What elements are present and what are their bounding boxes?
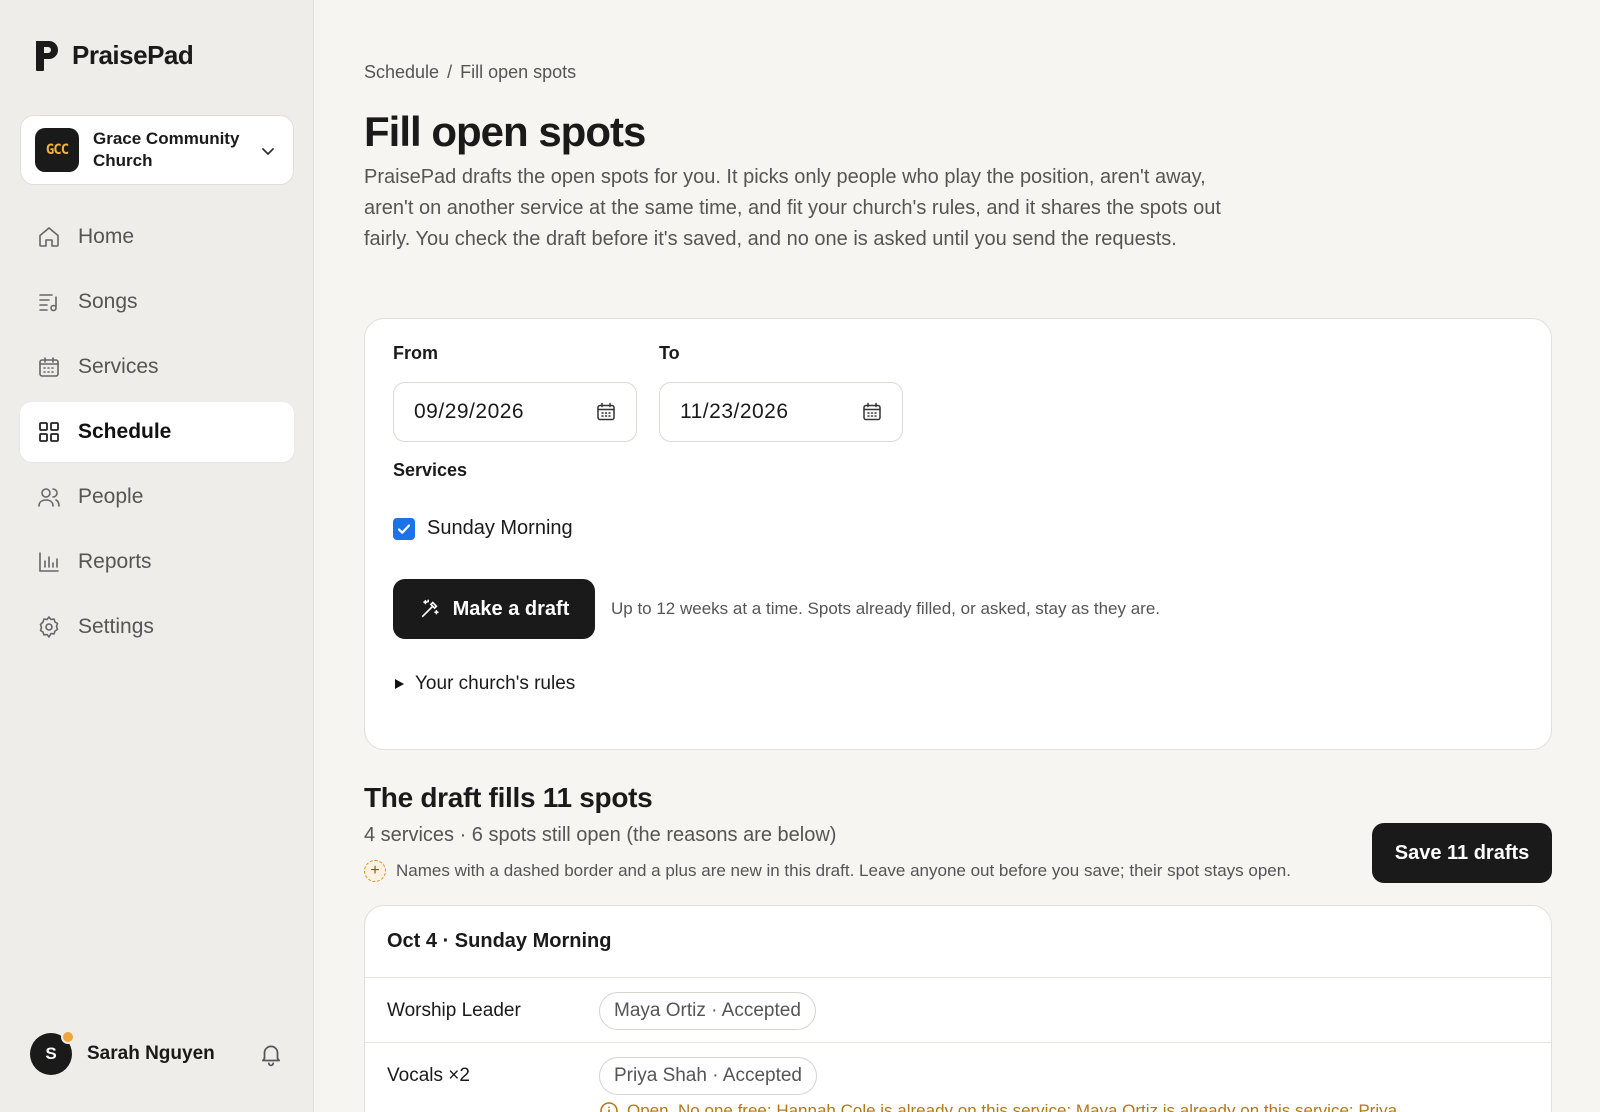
service-checkbox[interactable]	[393, 517, 415, 540]
sidebar: PraisePad GCC Grace Community Church Hom…	[0, 0, 314, 1112]
breadcrumb: Schedule / Fill open spots	[364, 62, 576, 83]
from-date-field[interactable]: 09/29/2026	[393, 382, 637, 442]
open-spot-text: Open. No one free: Hannah Cole is alread…	[627, 1101, 1398, 1112]
magic-wand-icon	[421, 599, 439, 618]
plus-icon: +	[364, 860, 386, 882]
avatar[interactable]: S	[30, 1030, 75, 1075]
nav-item-people[interactable]: People	[20, 467, 294, 527]
nav-label: Reports	[78, 550, 152, 573]
people-icon	[36, 484, 62, 510]
page-intro: PraisePad drafts the open spots for you.…	[364, 166, 1221, 250]
notification-dot	[61, 1030, 75, 1044]
to-date-field[interactable]: 11/23/2026	[659, 382, 903, 442]
to-label: To	[659, 343, 680, 363]
service-card: Oct 4 · Sunday Morning Worship Leader Ma…	[364, 905, 1552, 1112]
to-date-value: 11/23/2026	[680, 400, 789, 423]
nav-item-songs[interactable]: Songs	[20, 272, 294, 332]
nav-item-settings[interactable]: Settings	[20, 597, 294, 657]
position-name: Vocals ×2	[387, 1065, 470, 1086]
main-nav: Home Songs Services Schedule People Repo…	[20, 207, 294, 662]
person-chip[interactable]: Priya Shah · Accepted	[599, 1057, 817, 1095]
position-row: Worship Leader Maya Ortiz · Accepted	[365, 978, 1551, 1043]
draft-legend-text: Names with a dashed border and a plus ar…	[396, 861, 1291, 880]
gear-icon	[36, 614, 62, 640]
make-draft-label: Make a draft	[452, 597, 570, 620]
nav-label: Services	[78, 355, 159, 378]
save-drafts-button[interactable]: Save 11 drafts	[1372, 823, 1552, 883]
nav-item-schedule[interactable]: Schedule	[20, 402, 294, 462]
service-option-label: Sunday Morning	[427, 517, 573, 539]
person-chip[interactable]: Maya Ortiz · Accepted	[599, 992, 816, 1030]
org-avatar: GCC	[35, 128, 79, 172]
org-switcher[interactable]: GCC Grace Community Church	[20, 115, 294, 185]
service-option-sunday-morning[interactable]: Sunday Morning	[393, 517, 573, 540]
org-name: Grace Community Church	[93, 129, 240, 170]
triangle-right-icon	[395, 679, 404, 689]
home-icon	[36, 224, 62, 250]
calendar-icon[interactable]	[596, 402, 616, 422]
nav-item-reports[interactable]: Reports	[20, 532, 294, 592]
praisepad-logo-icon	[36, 40, 58, 71]
calendar-icon	[36, 354, 62, 380]
bell-icon[interactable]	[258, 1041, 284, 1067]
user-profile[interactable]: S Sarah Nguyen	[30, 1030, 284, 1075]
brand-name: PraisePad	[72, 40, 194, 70]
breadcrumb-schedule-link[interactable]: Schedule	[364, 62, 439, 83]
draft-hint: Up to 12 weeks at a time. Spots already …	[611, 599, 1160, 618]
songs-icon	[36, 289, 62, 315]
breadcrumb-current: Fill open spots	[460, 62, 577, 82]
nav-item-home[interactable]: Home	[20, 207, 294, 267]
nav-label: Home	[78, 225, 135, 248]
grid-icon	[36, 419, 62, 445]
make-draft-button[interactable]: Make a draft	[393, 579, 595, 639]
nav-label: Schedule	[78, 420, 172, 443]
breadcrumb-separator: /	[447, 62, 453, 82]
draft-legend: + Names with a dashed border and a plus …	[364, 860, 1291, 882]
info-icon	[600, 1102, 618, 1112]
draft-title: The draft fills 11 spots	[364, 782, 653, 813]
service-heading: Oct 4 · Sunday Morning	[365, 906, 1551, 978]
user-name: Sarah Nguyen	[87, 1043, 215, 1064]
church-rules-label: Your church's rules	[415, 673, 576, 694]
draft-summary: 4 services · 6 spots still open (the rea…	[364, 824, 837, 846]
calendar-icon[interactable]	[862, 402, 882, 422]
avatar-initial: S	[45, 1044, 57, 1063]
from-label: From	[393, 343, 438, 363]
nav-item-services[interactable]: Services	[20, 337, 294, 397]
church-rules-toggle[interactable]: Your church's rules	[393, 673, 575, 695]
nav-label: People	[78, 485, 144, 508]
nav-label: Songs	[78, 290, 138, 313]
position-row: Vocals ×2 Priya Shah · Accepted Open. No…	[365, 1043, 1551, 1112]
position-name: Worship Leader	[387, 1000, 521, 1021]
brand[interactable]: PraisePad	[36, 40, 194, 71]
nav-label: Settings	[78, 615, 154, 638]
services-label: Services	[393, 460, 468, 480]
page-title: Fill open spots	[364, 108, 646, 155]
bar-chart-icon	[36, 549, 62, 575]
chevron-down-icon	[262, 148, 274, 155]
open-spot-note: Open. No one free: Hannah Cole is alread…	[599, 1101, 1397, 1112]
from-date-value: 09/29/2026	[414, 400, 525, 423]
draft-form-card: From 09/29/2026 To 11/23/2026 Services S…	[364, 318, 1552, 750]
checkmark-icon	[397, 523, 411, 534]
